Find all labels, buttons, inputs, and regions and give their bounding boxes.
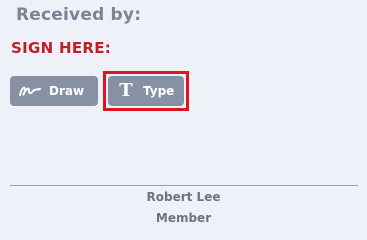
draw-signature-button[interactable]: Draw [10, 76, 98, 106]
text-t-icon: T [119, 80, 133, 101]
draw-button-label: Draw [49, 84, 85, 98]
received-by-label: Received by: [16, 5, 142, 25]
signature-line [10, 185, 358, 186]
signer-role: Member [155, 211, 212, 225]
signer-name: Robert Lee [146, 190, 221, 204]
type-signature-button[interactable]: T Type [108, 76, 184, 106]
sign-here-label: SIGN HERE: [11, 39, 112, 57]
signature-scribble-icon [19, 84, 41, 98]
type-button-label: Type [143, 84, 175, 98]
